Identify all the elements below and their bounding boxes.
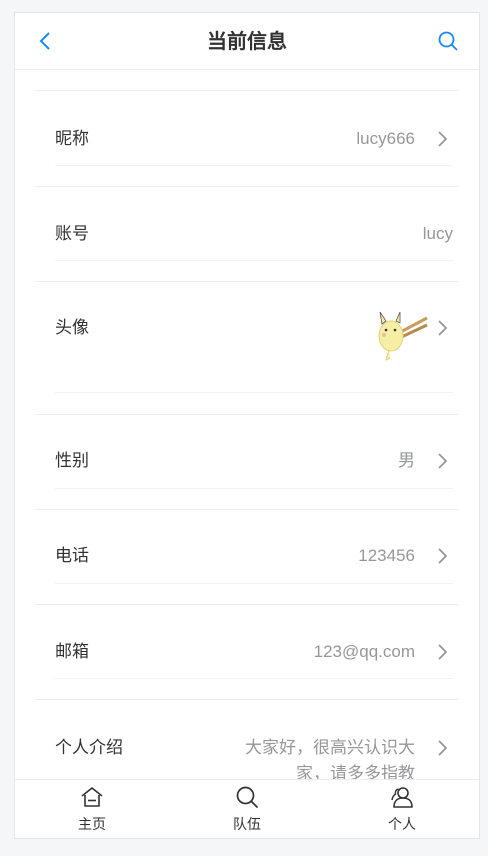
chevron-right-icon <box>438 131 448 147</box>
user-icon <box>391 787 413 808</box>
gender-value: 男 <box>398 451 415 470</box>
home-icon <box>81 787 103 807</box>
page-title: 当前信息 <box>207 29 287 53</box>
chevron-right-icon <box>438 548 448 564</box>
tab-profile-label: 个人 <box>388 817 416 833</box>
cell-border <box>55 678 453 679</box>
info-list: 昵称 lucy666 账号 lucy 头像 性别 男 电话 123456 邮箱 … <box>15 70 479 780</box>
tab-team-label: 队伍 <box>233 817 261 833</box>
email-value: 123@qq.com <box>313 642 415 661</box>
intro-value: 大家好，很高兴认识大家，请多多指教 <box>245 738 415 780</box>
chevron-right-icon <box>438 740 448 756</box>
cell-intro[interactable]: 个人介绍 大家好，很高兴认识大家，请多多指教 <box>35 700 459 780</box>
phone-value: 123456 <box>358 546 415 565</box>
cell-nickname[interactable]: 昵称 lucy666 <box>35 91 459 186</box>
email-label: 邮箱 <box>55 642 89 662</box>
nickname-label: 昵称 <box>55 129 89 149</box>
tab-home[interactable]: 主页 <box>15 780 169 838</box>
cell-border <box>55 583 453 584</box>
avatar-label: 头像 <box>55 318 89 338</box>
search-icon <box>438 31 458 51</box>
cell-account: 账号 lucy <box>35 187 459 282</box>
avatar-image <box>378 311 428 361</box>
search-button[interactable] <box>437 30 459 52</box>
cell-border <box>55 165 453 166</box>
tab-profile[interactable]: 个人 <box>325 780 479 838</box>
phone-label: 电话 <box>55 546 89 566</box>
cell-gender[interactable]: 性别 男 <box>35 415 459 510</box>
cell-phone[interactable]: 电话 123456 <box>35 510 459 605</box>
cell-border <box>55 260 453 261</box>
account-value: lucy <box>422 224 453 243</box>
nav-bar: 当前信息 <box>15 13 479 70</box>
account-label: 账号 <box>55 224 89 244</box>
gender-label: 性别 <box>55 451 89 471</box>
cell-border <box>55 392 453 393</box>
chevron-right-icon <box>438 320 448 336</box>
app-screen: 当前信息 昵称 lucy666 账号 lucy 头像 性别 男 电话 12345… <box>14 12 480 839</box>
chevron-right-icon <box>438 453 448 469</box>
search-icon <box>236 786 259 809</box>
chevron-right-icon <box>438 644 448 660</box>
cell-border <box>55 488 453 489</box>
intro-label: 个人介绍 <box>55 738 123 758</box>
tab-home-label: 主页 <box>78 817 106 833</box>
nickname-value: lucy666 <box>356 129 415 148</box>
cell-email[interactable]: 邮箱 123@qq.com <box>35 605 459 700</box>
tab-bar: 主页 队伍 个人 <box>15 779 479 838</box>
tab-team[interactable]: 队伍 <box>170 780 324 838</box>
cell-avatar[interactable]: 头像 <box>35 282 459 414</box>
